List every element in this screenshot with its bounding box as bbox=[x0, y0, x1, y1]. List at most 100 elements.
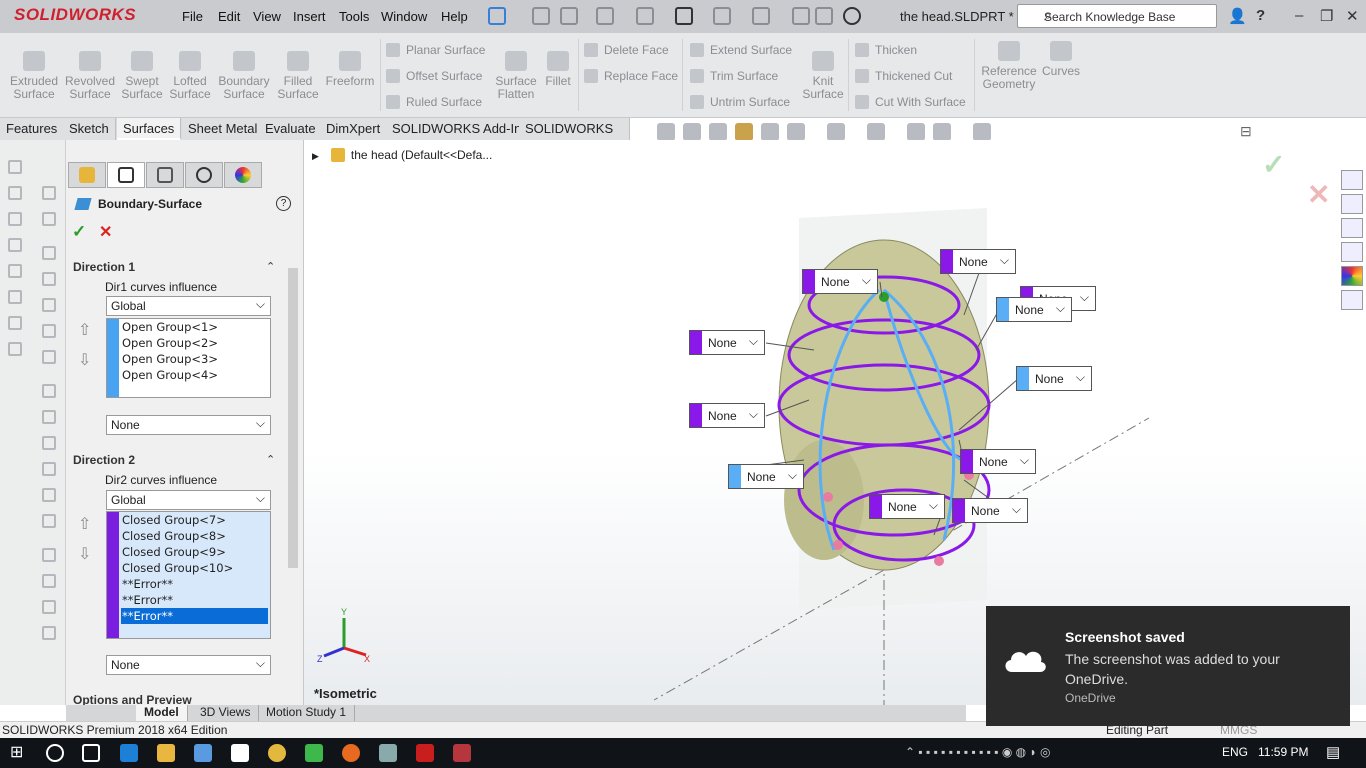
chevron-down-icon[interactable]: ⌵ bbox=[1020, 453, 1029, 468]
zoom-to-fit-icon[interactable] bbox=[657, 123, 675, 141]
custom-properties-icon[interactable] bbox=[1341, 290, 1363, 310]
menu-file[interactable]: File bbox=[182, 9, 203, 24]
view-settings-icon[interactable] bbox=[973, 123, 991, 141]
file-properties-icon[interactable] bbox=[815, 7, 833, 25]
sketch-tool-icon[interactable] bbox=[42, 574, 56, 588]
restore-button[interactable]: ❐ bbox=[1320, 7, 1333, 25]
scroll-thumb[interactable] bbox=[288, 268, 298, 568]
sketch-tool-icon[interactable] bbox=[8, 264, 22, 278]
tangency-callout[interactable]: None ⌵ bbox=[960, 449, 1036, 474]
mail-icon[interactable] bbox=[231, 744, 249, 762]
tangency-callout[interactable]: None ⌵ bbox=[802, 269, 878, 294]
chevron-down-icon[interactable]: ⌵ bbox=[1012, 502, 1021, 517]
list-item[interactable]: Open Group<1> bbox=[121, 319, 268, 335]
planar-surface-button[interactable]: Planar Surface bbox=[386, 43, 485, 57]
selection-point[interactable] bbox=[934, 556, 944, 566]
chevron-down-icon[interactable]: ⌵ bbox=[788, 468, 797, 483]
list-item[interactable]: **Error** bbox=[121, 592, 268, 608]
tab-sketch[interactable]: Sketch bbox=[63, 118, 116, 140]
tangency-callout[interactable]: None ⌵ bbox=[869, 494, 945, 519]
view-palette-icon[interactable] bbox=[1341, 242, 1363, 262]
sketch-tool-icon[interactable] bbox=[42, 186, 56, 200]
cancel-x-icon[interactable]: ✕ bbox=[99, 222, 112, 242]
edge-browser-icon[interactable] bbox=[120, 744, 138, 762]
ruled-surface-button[interactable]: Ruled Surface bbox=[386, 95, 482, 109]
boundary-surface-button[interactable]: Boundary Surface bbox=[214, 51, 274, 101]
home-icon[interactable] bbox=[1341, 170, 1363, 190]
file-explorer-icon[interactable] bbox=[157, 744, 175, 762]
dir1-tangency-select[interactable]: None bbox=[106, 414, 271, 435]
menu-edit[interactable]: Edit bbox=[218, 9, 240, 24]
options-gear-icon[interactable] bbox=[843, 7, 861, 25]
tangency-callout[interactable]: None ⌵ bbox=[996, 297, 1072, 322]
dir2-curves-list[interactable]: Closed Group<7> Closed Group<8> Closed G… bbox=[106, 511, 271, 639]
dir1-curves-list[interactable]: Open Group<1> Open Group<2> Open Group<3… bbox=[106, 318, 271, 398]
section-view-icon[interactable] bbox=[735, 123, 753, 141]
edit-appearance-icon[interactable] bbox=[907, 123, 925, 141]
undo-icon[interactable] bbox=[713, 7, 731, 25]
clock[interactable]: 11:59 PM bbox=[1258, 745, 1308, 759]
delete-face-button[interactable]: Delete Face bbox=[584, 43, 669, 57]
help-icon[interactable]: ? bbox=[276, 196, 291, 211]
onedrive-toast-notification[interactable]: Screenshot saved The screenshot was adde… bbox=[986, 606, 1350, 726]
tangency-callout[interactable]: None ⌵ bbox=[1016, 366, 1092, 391]
windows-start-icon[interactable]: ⊞ bbox=[10, 742, 28, 761]
new-document-icon[interactable] bbox=[560, 7, 578, 25]
file-explorer-icon[interactable] bbox=[1341, 218, 1363, 238]
thickened-cut-button[interactable]: Thickened Cut bbox=[855, 69, 952, 83]
move-down-icon[interactable]: ⇩ bbox=[78, 350, 91, 370]
rebuild-icon[interactable] bbox=[792, 7, 810, 25]
move-down-icon[interactable]: ⇩ bbox=[78, 544, 91, 564]
dynamic-annotation-icon[interactable] bbox=[761, 123, 779, 141]
sketch-tool-icon[interactable] bbox=[42, 462, 56, 476]
curves-button[interactable]: Curves bbox=[1040, 41, 1082, 78]
sketch-tool-icon[interactable] bbox=[42, 488, 56, 502]
menu-tools[interactable]: Tools bbox=[339, 9, 369, 24]
list-item[interactable]: **Error** bbox=[121, 576, 268, 592]
filled-surface-button[interactable]: Filled Surface bbox=[274, 51, 322, 101]
dir1-influence-select[interactable]: Global bbox=[106, 295, 271, 316]
tab-surfaces[interactable]: Surfaces bbox=[117, 118, 182, 140]
sketch-tool-icon[interactable] bbox=[8, 186, 22, 200]
previous-view-icon[interactable] bbox=[709, 123, 727, 141]
sketch-tool-icon[interactable] bbox=[8, 212, 22, 226]
tab-display-manager[interactable] bbox=[224, 162, 262, 188]
selection-point[interactable] bbox=[879, 292, 889, 302]
store-icon[interactable] bbox=[194, 744, 212, 762]
help-icon[interactable]: ? bbox=[1256, 7, 1265, 24]
menu-help[interactable]: Help bbox=[441, 9, 468, 24]
sketch-tool-icon[interactable] bbox=[42, 410, 56, 424]
menu-view[interactable]: View bbox=[253, 9, 281, 24]
collapse-chevron-icon[interactable]: ⌃ bbox=[266, 260, 275, 273]
sketch-tool-icon[interactable] bbox=[42, 436, 56, 450]
sketch-tool-icon[interactable] bbox=[42, 324, 56, 338]
tab-property-manager[interactable] bbox=[107, 162, 145, 188]
tab-solidworks-add-ins[interactable]: SOLIDWORKS Add-Ins bbox=[386, 118, 535, 140]
untrim-surface-button[interactable]: Untrim Surface bbox=[690, 95, 790, 109]
whatsapp-icon[interactable] bbox=[305, 744, 323, 762]
close-button[interactable]: ✕ bbox=[1346, 7, 1359, 25]
pm-scrollbar[interactable] bbox=[286, 252, 300, 702]
confirm-ok-icon[interactable]: ✓ bbox=[1262, 148, 1285, 181]
print-icon[interactable] bbox=[675, 7, 693, 25]
offset-surface-button[interactable]: Offset Surface bbox=[386, 69, 482, 83]
thicken-button[interactable]: Thicken bbox=[855, 43, 917, 57]
move-up-icon[interactable]: ⇧ bbox=[78, 320, 91, 340]
zoom-to-area-icon[interactable] bbox=[683, 123, 701, 141]
apply-scene-icon[interactable] bbox=[933, 123, 951, 141]
tangency-callout[interactable]: None ⌵ bbox=[728, 464, 804, 489]
search-icon[interactable]: ⌕ bbox=[1044, 7, 1198, 24]
reference-geometry-button[interactable]: Reference Geometry bbox=[980, 41, 1038, 91]
collapse-chevron-icon[interactable]: ⌃ bbox=[266, 453, 275, 466]
ok-check-icon[interactable]: ✓ bbox=[72, 222, 86, 242]
firefox-icon[interactable] bbox=[342, 744, 360, 762]
action-center-icon[interactable]: ▤ bbox=[1326, 743, 1340, 761]
tangency-callout[interactable]: None ⌵ bbox=[689, 330, 765, 355]
trim-surface-button[interactable]: Trim Surface bbox=[690, 69, 778, 83]
selection-point[interactable] bbox=[823, 492, 833, 502]
confirm-cancel-icon[interactable]: ✕ bbox=[1307, 178, 1330, 211]
pin-icon[interactable] bbox=[488, 7, 506, 25]
sketch-tool-icon[interactable] bbox=[42, 626, 56, 640]
sketch-tool-icon[interactable] bbox=[42, 384, 56, 398]
language-indicator[interactable]: ENG bbox=[1222, 745, 1248, 759]
